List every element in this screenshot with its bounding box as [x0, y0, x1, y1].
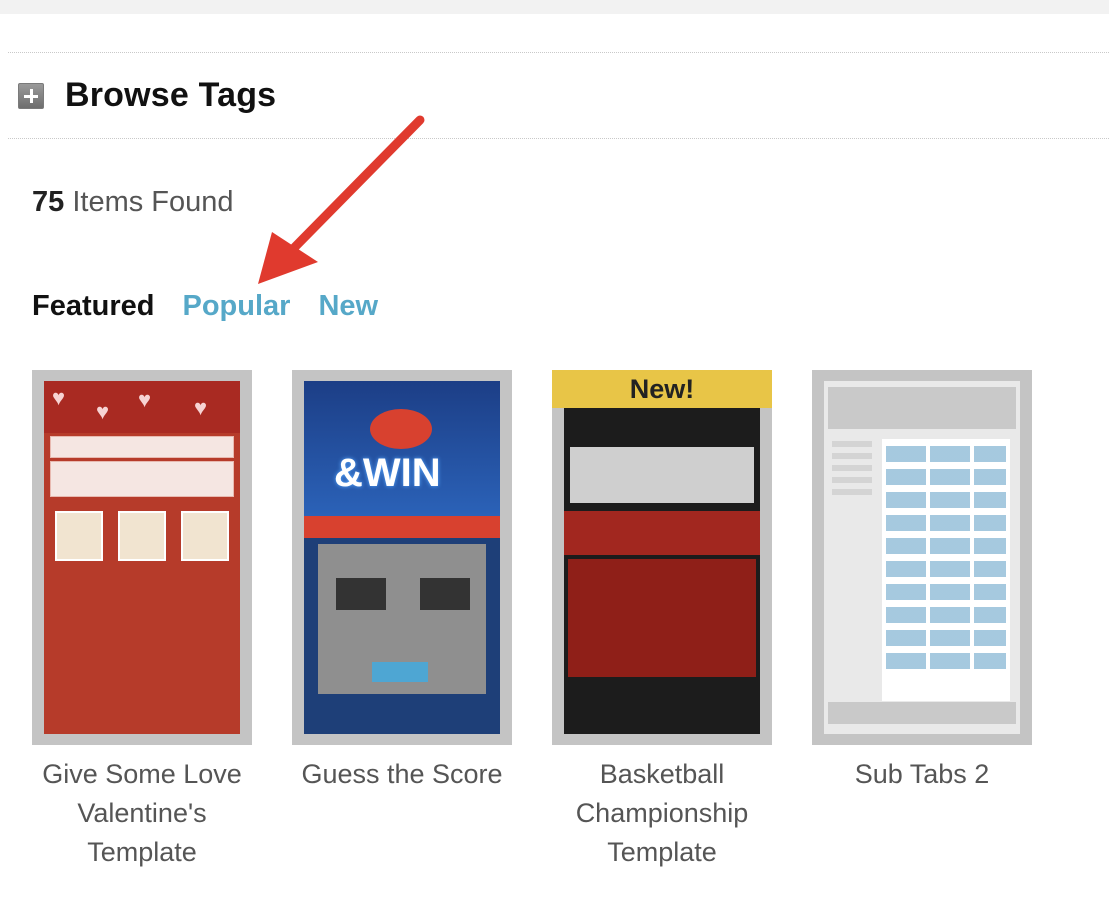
heart-icon: ♥: [96, 399, 110, 424]
thumbnail-header-block: [828, 387, 1016, 429]
feed-row: [886, 492, 1006, 508]
product-image: [117, 511, 166, 561]
thumbnail-footer-block: [828, 702, 1016, 724]
template-thumbnail-frame[interactable]: [812, 370, 1032, 745]
menu-line: [832, 489, 872, 495]
thumbnail-product-row: [48, 511, 236, 561]
template-card-sub-tabs[interactable]: Sub Tabs 2: [812, 370, 1032, 794]
new-badge: New!: [552, 370, 772, 408]
template-thumbnail-frame[interactable]: New!: [552, 370, 772, 745]
score-box: [420, 578, 470, 610]
product-image: [180, 511, 229, 561]
heart-icon: ♥: [138, 387, 152, 412]
template-card-title[interactable]: Sub Tabs 2: [812, 755, 1032, 794]
submit-button-graphic: [372, 662, 428, 682]
feed-row: [886, 515, 1006, 531]
heart-icon: ♥: [194, 395, 208, 420]
feed-row: [886, 469, 1006, 485]
basketball-template-thumbnail: New!: [552, 370, 772, 734]
score-entry-panel: [318, 544, 486, 694]
hearts-banner: ♥ ♥ ♥ ♥: [44, 381, 240, 433]
guess-score-template-thumbnail: &WIN: [304, 381, 500, 734]
feed-row: [886, 584, 1006, 600]
feed-row: [886, 630, 1006, 646]
thumbnail-form-area: [568, 559, 756, 677]
product-image: [55, 511, 104, 561]
template-thumbnail-frame[interactable]: &WIN: [292, 370, 512, 745]
feed-row: [886, 561, 1006, 577]
template-card-title[interactable]: Guess the Score: [292, 755, 512, 794]
feed-row: [886, 607, 1006, 623]
menu-line: [832, 441, 872, 447]
football-icon: [370, 409, 432, 449]
tab-new[interactable]: New: [318, 290, 378, 323]
template-card-guess-score[interactable]: &WIN Guess the Score: [292, 370, 512, 794]
menu-line: [832, 465, 872, 471]
teams-bar: [304, 516, 500, 538]
template-thumbnail-frame[interactable]: ♥ ♥ ♥ ♥: [32, 370, 252, 745]
thumbnail-text-block: [50, 461, 234, 497]
feed-row: [886, 653, 1006, 669]
feed-row: [886, 538, 1006, 554]
template-card-basketball[interactable]: New! Basketball Championship Template: [552, 370, 772, 872]
score-box: [336, 578, 386, 610]
tab-popular[interactable]: Popular: [182, 290, 290, 323]
tab-featured[interactable]: Featured: [32, 290, 154, 323]
template-card-valentine[interactable]: ♥ ♥ ♥ ♥ Give Some Love Valentine's Templ…: [32, 370, 252, 872]
stadium-banner: &WIN: [304, 381, 500, 516]
heart-icon: ♥: [52, 385, 66, 410]
thumbnail-side-menu: [832, 441, 872, 511]
image-placeholder: [570, 447, 754, 503]
menu-line: [832, 477, 872, 483]
sort-tabs: Featured Popular New: [32, 290, 378, 323]
valentine-template-thumbnail: ♥ ♥ ♥ ♥: [44, 381, 240, 734]
sub-tabs-template-thumbnail: [824, 381, 1020, 734]
template-card-title[interactable]: Basketball Championship Template: [552, 755, 772, 872]
thumbnail-red-band: [564, 511, 760, 555]
win-graphic: &WIN: [334, 451, 441, 495]
template-card-title[interactable]: Give Some Love Valentine's Template: [32, 755, 252, 872]
menu-line: [832, 453, 872, 459]
thumbnail-feed-list: [882, 439, 1010, 701]
feed-row: [886, 446, 1006, 462]
thumbnail-text-strip: [50, 436, 234, 458]
